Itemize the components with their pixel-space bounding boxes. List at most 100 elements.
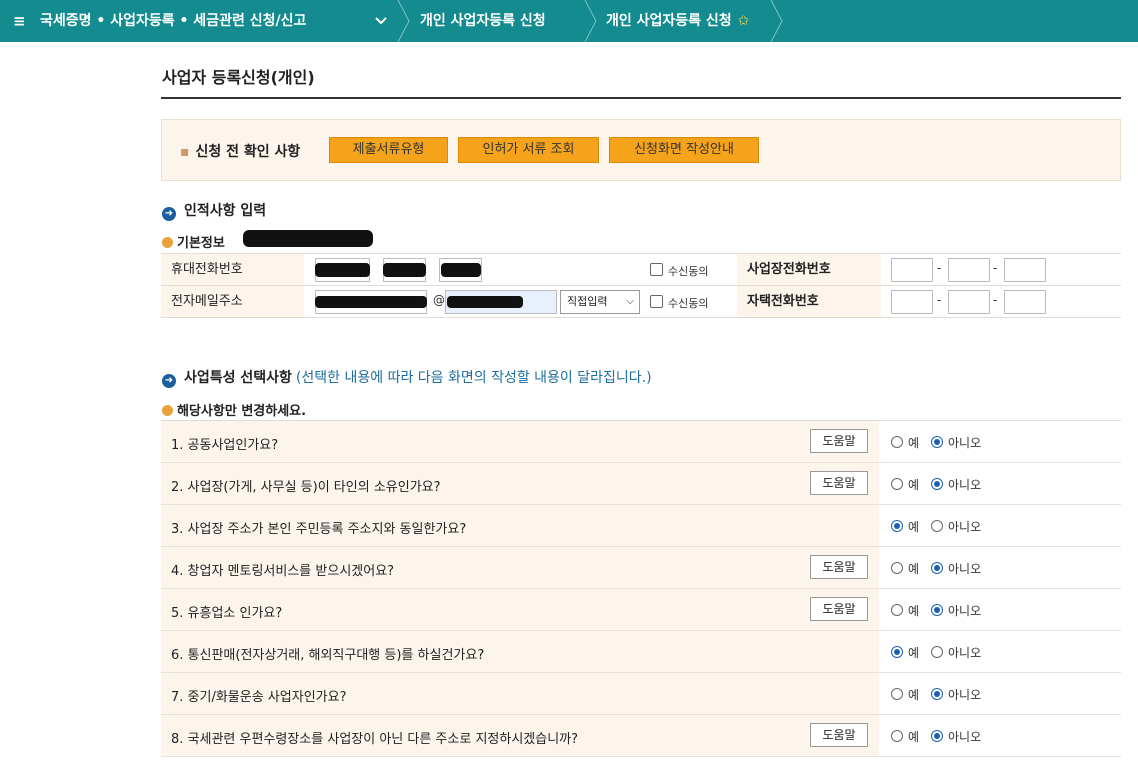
form-guide-button[interactable]: 신청화면 작성안내 (609, 137, 759, 163)
help-button[interactable]: 도움말 (810, 597, 868, 621)
question-text: 7. 중기/화물운송 사업자인가요? (171, 690, 347, 705)
no-radio[interactable] (931, 436, 943, 448)
chevron-down-icon[interactable] (373, 13, 389, 29)
yes-radio[interactable] (891, 604, 903, 616)
help-button[interactable]: 도움말 (810, 555, 868, 579)
redacted-value (315, 263, 370, 277)
biz-phone-label: 사업장전화번호 (737, 254, 881, 285)
section-business-characteristics: ➜ 사업특성 선택사항 (선택한 내용에 따라 다음 화면의 작성할 내용이 달라집… (162, 367, 652, 388)
question-row: 4. 창업자 멘토링서비스를 받으시겠어요? 도움말 예 아니오 (161, 547, 1121, 589)
yes-label: 예 (908, 604, 920, 618)
redacted-value (315, 296, 427, 308)
email-consent-checkbox[interactable] (650, 295, 663, 308)
home-phone-part1-input[interactable] (891, 290, 933, 314)
section-note: (선택한 내용에 따라 다음 화면의 작성할 내용이 달라집니다.) (295, 370, 652, 386)
yes-radio[interactable] (891, 436, 903, 448)
question-text: 1. 공동사업인가요? (171, 438, 279, 453)
question-row: 7. 중기/화물운송 사업자인가요? 예 아니오 (161, 673, 1121, 715)
question-cell: 4. 창업자 멘토링서비스를 받으시겠어요? 도움말 (161, 547, 879, 588)
question-text: 5. 유흥업소 인가요? (171, 606, 283, 621)
subsection-change-only: 해당사항만 변경하세요. (162, 400, 306, 419)
redacted-value (441, 263, 481, 277)
question-row: 3. 사업장 주소가 본인 주민등록 주소지와 동일한가요? 예 아니오 (161, 505, 1121, 547)
yes-label: 예 (908, 436, 920, 450)
question-text: 2. 사업장(가게, 사무실 등)이 타인의 소유인가요? (171, 480, 441, 495)
yes-radio[interactable] (891, 520, 903, 532)
biz-phone-part1-input[interactable] (891, 258, 933, 282)
row-mobile: 휴대전화번호 수신동의 사업장전화번호 - - (161, 254, 1121, 286)
yes-radio[interactable] (891, 688, 903, 700)
question-row: 5. 유흥업소 인가요? 도움말 예 아니오 (161, 589, 1121, 631)
no-radio[interactable] (931, 688, 943, 700)
breadcrumb-current: 개인 사업자등록 신청 ✩ (606, 13, 750, 29)
no-label: 아니오 (948, 646, 982, 660)
question-text: 8. 국세관련 우편수령장소를 사업장이 아닌 다른 주소로 지정하시겠습니까? (171, 732, 579, 747)
no-radio[interactable] (931, 604, 943, 616)
question-cell: 5. 유흥업소 인가요? 도움말 (161, 589, 879, 630)
no-label: 아니오 (948, 604, 982, 618)
basic-info-table: 휴대전화번호 수신동의 사업장전화번호 - - 전자메일주소 @ 직접입력 ⌵ 수… (161, 253, 1121, 318)
biz-phone-part3-input[interactable] (1004, 258, 1046, 282)
yes-radio[interactable] (891, 646, 903, 658)
row-email: 전자메일주소 @ 직접입력 ⌵ 수신동의 자택전화번호 - - (161, 286, 1121, 318)
help-button[interactable]: 도움말 (810, 723, 868, 747)
favorite-star-icon[interactable]: ✩ (738, 13, 750, 29)
yes-label: 예 (908, 478, 920, 492)
no-radio[interactable] (931, 520, 943, 532)
consent-label: 수신동의 (668, 297, 709, 310)
home-phone-part2-input[interactable] (948, 290, 990, 314)
subsection-basic-info: 기본정보 (162, 232, 225, 251)
consent-label: 수신동의 (668, 265, 709, 278)
home-phone-part3-input[interactable] (1004, 290, 1046, 314)
no-label: 아니오 (948, 478, 982, 492)
breadcrumb-category[interactable]: 국세증명 • 사업자등록 • 세금관련 신청/신고 (40, 0, 306, 42)
question-cell: 8. 국세관련 우편수령장소를 사업장이 아닌 다른 주소로 지정하시겠습니까?… (161, 715, 879, 756)
mobile-consent-checkbox[interactable] (650, 263, 663, 276)
help-button[interactable]: 도움말 (810, 429, 868, 453)
question-cell: 7. 중기/화물운송 사업자인가요? (161, 673, 879, 714)
no-label: 아니오 (948, 688, 982, 702)
yes-label: 예 (908, 562, 920, 576)
dash: - (937, 293, 942, 307)
breadcrumb-separator (397, 0, 410, 42)
precheck-panel: ▪ 신청 전 확인 사항 제출서류유형 인허가 서류 조회 신청화면 작성안내 (161, 119, 1121, 181)
no-radio[interactable] (931, 646, 943, 658)
question-row: 2. 사업장(가게, 사무실 등)이 타인의 소유인가요? 도움말 예 아니오 (161, 463, 1121, 505)
page-title: 사업자 등록신청(개인) (162, 68, 315, 87)
redacted-value (383, 263, 426, 277)
no-radio[interactable] (931, 730, 943, 742)
bullet-circle-icon (162, 237, 173, 248)
breadcrumb-item-registration[interactable]: 개인 사업자등록 신청 (420, 0, 546, 42)
question-text: 6. 통신판매(전자상거래, 해외직구대행 등)를 하실건가요? (171, 648, 485, 663)
no-radio[interactable] (931, 478, 943, 490)
no-label: 아니오 (948, 520, 982, 534)
help-button[interactable]: 도움말 (810, 471, 868, 495)
breadcrumb-separator (584, 0, 597, 42)
email-domain-select[interactable]: 직접입력 ⌵ (560, 290, 640, 314)
no-label: 아니오 (948, 730, 982, 744)
question-text: 3. 사업장 주소가 본인 주민등록 주소지와 동일한가요? (171, 522, 467, 537)
question-cell: 3. 사업장 주소가 본인 주민등록 주소지와 동일한가요? (161, 505, 879, 546)
biz-phone-part2-input[interactable] (948, 258, 990, 282)
submit-doc-type-button[interactable]: 제출서류유형 (329, 137, 448, 163)
question-cell: 2. 사업장(가게, 사무실 등)이 타인의 소유인가요? 도움말 (161, 463, 879, 504)
permit-doc-lookup-button[interactable]: 인허가 서류 조회 (458, 137, 599, 163)
bullet-icon: ▪ (180, 144, 190, 160)
yes-radio[interactable] (891, 730, 903, 742)
question-row: 6. 통신판매(전자상거래, 해외직구대행 등)를 하실건가요? 예 아니오 (161, 631, 1121, 673)
email-label: 전자메일주소 (161, 286, 304, 317)
arrow-circle-icon: ➜ (162, 374, 176, 388)
dash: - (937, 261, 942, 275)
no-radio[interactable] (931, 562, 943, 574)
bullet-circle-icon (162, 405, 173, 416)
mobile-label: 휴대전화번호 (161, 254, 304, 285)
title-divider (161, 97, 1121, 99)
home-phone-label: 자택전화번호 (737, 286, 881, 317)
question-row: 8. 국세관련 우편수령장소를 사업장이 아닌 다른 주소로 지정하시겠습니까?… (161, 715, 1121, 757)
menu-icon[interactable]: ≡ (13, 12, 26, 30)
dash: - (993, 261, 998, 275)
yes-radio[interactable] (891, 478, 903, 490)
yes-radio[interactable] (891, 562, 903, 574)
yes-label: 예 (908, 520, 920, 534)
redacted-name (243, 230, 373, 247)
